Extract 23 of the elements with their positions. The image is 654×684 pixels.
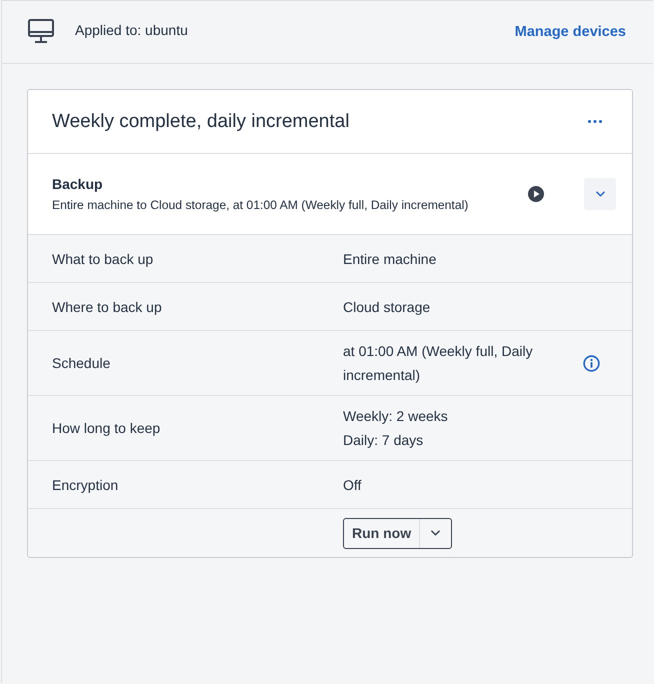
backup-summary: Entire machine to Cloud storage, at 01:00 AM (Weekly full, Daily incremental) bbox=[52, 198, 470, 212]
detail-label: How long to keep bbox=[52, 420, 162, 436]
monitor-icon bbox=[28, 19, 54, 43]
applied-to-text: Applied to: ubuntu bbox=[75, 22, 189, 38]
detail-value: Daily: 7 days bbox=[343, 431, 424, 450]
detail-label: Encryption bbox=[52, 476, 120, 492]
backup-title: Backup bbox=[52, 176, 104, 192]
detail-value: Cloud storage bbox=[343, 298, 432, 317]
detail-label: Where to back up bbox=[52, 298, 163, 314]
detail-label: Schedule bbox=[52, 355, 112, 371]
chevron-down-icon bbox=[596, 191, 604, 197]
detail-label: What to back up bbox=[52, 250, 154, 266]
detail-value: Weekly: 2 weeks bbox=[343, 407, 449, 426]
plan-title: Weekly complete, daily incremental bbox=[52, 110, 350, 132]
run-now-button[interactable]: Run now bbox=[344, 518, 420, 548]
chevron-down-icon bbox=[431, 530, 440, 536]
manage-devices-link[interactable]: Manage devices bbox=[514, 24, 626, 40]
info-icon[interactable] bbox=[583, 354, 600, 372]
detail-value: Entire machine bbox=[343, 250, 438, 268]
detail-value: at 01:00 AM (Weekly full, Daily incremental) bbox=[343, 342, 534, 385]
more-icon bbox=[588, 120, 602, 123]
detail-value: Off bbox=[343, 476, 362, 494]
play-icon[interactable] bbox=[528, 186, 544, 202]
